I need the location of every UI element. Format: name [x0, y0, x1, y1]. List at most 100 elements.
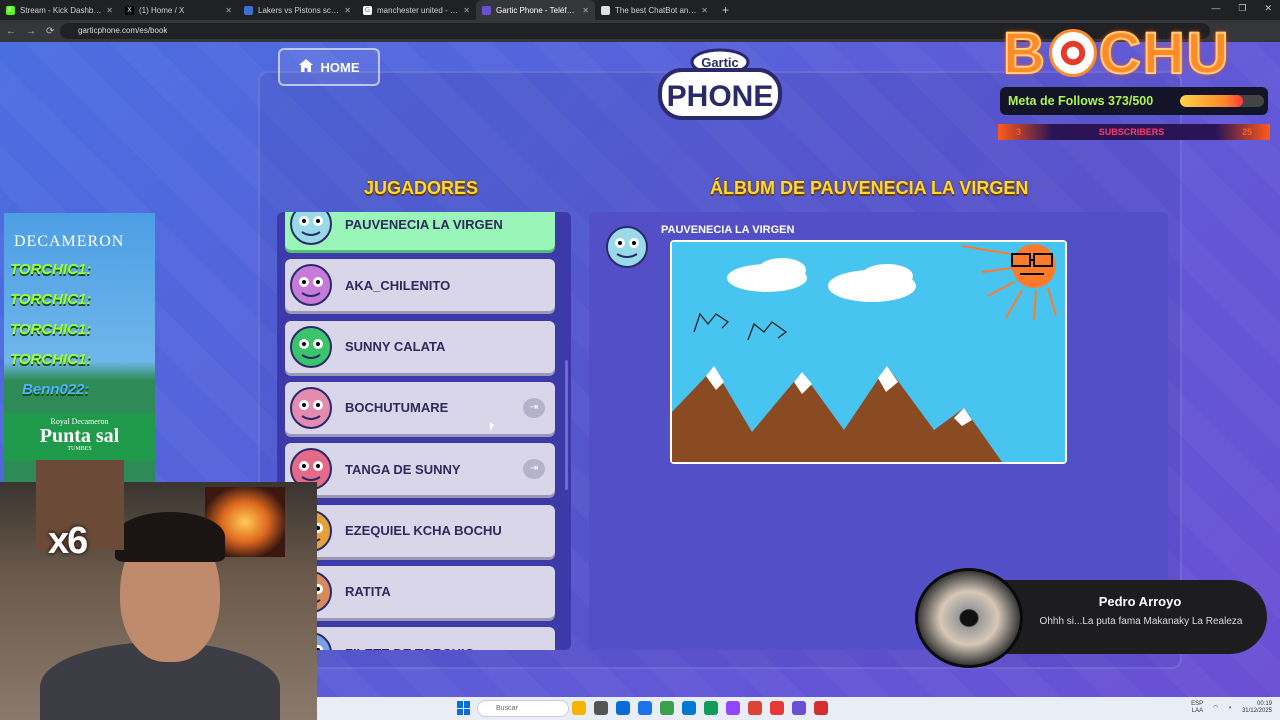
taskbar-app-icon[interactable]: [748, 701, 762, 715]
search-placeholder: Buscar: [496, 705, 518, 712]
ad-region: TUMBES: [67, 446, 92, 452]
back-icon[interactable]: ←: [6, 26, 16, 37]
player-row[interactable]: PAUVENECIA LA VIRGEN: [285, 212, 555, 250]
house-icon: [298, 59, 313, 75]
windows-taskbar: Buscar ESP LAA ◠ ◗ 00:19 31/12/2025: [317, 697, 1280, 720]
taskbar-app-icon[interactable]: [660, 701, 674, 715]
taskbar-app-icon[interactable]: [638, 701, 652, 715]
close-tab-icon[interactable]: ✕: [225, 6, 232, 15]
taskbar-app-icon[interactable]: [792, 701, 806, 715]
taskbar-app-icon[interactable]: [616, 701, 630, 715]
minimize-icon[interactable]: —: [1211, 3, 1220, 14]
browser-tab[interactable]: Lakers vs Pistons scores & pred ✕: [238, 0, 357, 20]
taskbar-app-icon[interactable]: [726, 701, 740, 715]
kick-player-icon[interactable]: ⇥: [523, 459, 545, 480]
tab-label: Stream - Kick Dashboard: [20, 5, 103, 15]
gartic-icon: [482, 5, 491, 15]
subscribers-bar: 3 SUBSCRIBERS 25: [998, 124, 1270, 140]
taskbar-app-icon[interactable]: [594, 701, 608, 715]
player-row[interactable]: SUNNY CALATA: [285, 320, 555, 373]
x-icon: X: [125, 5, 134, 15]
close-tab-icon[interactable]: ✕: [463, 6, 470, 15]
tab-label: Gartic Phone - Teléfono De: [496, 5, 579, 15]
close-tab-icon[interactable]: ✕: [106, 6, 113, 15]
close-tab-icon[interactable]: ✕: [582, 6, 589, 15]
follows-label: Meta de Follows 373/500: [1008, 94, 1154, 108]
browser-tab[interactable]: The best ChatBot and Widg ✕: [595, 0, 714, 20]
taskbar-app-icon[interactable]: [682, 701, 696, 715]
taskbar-app-icon[interactable]: [814, 701, 828, 715]
player-name: TANGA DE SUNNY: [345, 461, 461, 477]
player-name: EZEQUIEL KCHA BOCHU: [345, 523, 502, 538]
start-icon[interactable]: [457, 701, 471, 715]
ad-title: DECAMERON: [14, 233, 125, 250]
browser-tabbar: K Stream - Kick Dashboard ✕ X (1) Home / X ✕ L…: [0, 0, 1280, 20]
player-name: PAUVENECIA LA VIRGEN: [345, 216, 503, 232]
sports-icon: [244, 5, 253, 15]
player-row[interactable]: BOCHUTUMARE ⇥: [285, 381, 555, 434]
taskbar-app-icon[interactable]: [704, 701, 718, 715]
browser-tab[interactable]: X (1) Home / X ✕: [119, 0, 238, 20]
stream-chat-line: TORCHIC1:: [10, 291, 92, 308]
stream-chat-line: Benn022:: [22, 381, 90, 398]
close-tab-icon[interactable]: ✕: [701, 6, 708, 15]
follows-progress-fill: [1180, 95, 1243, 107]
streamer-hair: [115, 512, 225, 562]
chat-popup: Pedro Arroyo Ohhh si...La puta fama Maka…: [915, 568, 1267, 668]
home-label: HOME: [320, 59, 360, 75]
player-row[interactable]: EZEQUIEL KCHA BOCHU: [285, 504, 555, 557]
players-list[interactable]: PAUVENECIA LA VIRGEN AKA_CHILENITO SUNNY C…: [277, 212, 571, 650]
decameron-ad: DECAMERON TORCHIC1: TORCHIC1: TORCHIC1: TOR…: [4, 213, 155, 483]
reload-icon[interactable]: ⟳: [46, 26, 54, 37]
chat-popup-avatar: [915, 568, 1023, 668]
stream-chat-line: TORCHIC1:: [10, 321, 92, 338]
kick-player-icon[interactable]: ⇥: [523, 397, 545, 418]
player-row[interactable]: FILETE DE TORCHIC: [285, 627, 555, 650]
home-button[interactable]: HOME: [278, 48, 380, 86]
players-title: JUGADORES: [364, 178, 479, 198]
soccer-ball-icon: [1048, 29, 1097, 77]
player-row[interactable]: AKA_CHILENITO: [285, 259, 555, 312]
stream-chat-line: TORCHIC1:: [10, 261, 92, 278]
album-title: ÁLBUM DE PAUVENECIA LA VIRGEN: [710, 178, 1029, 198]
album-author-name: PAUVENECIA LA VIRGEN: [661, 224, 795, 236]
maximize-icon[interactable]: ❐: [1238, 3, 1246, 14]
subs-count-right: 25: [1241, 127, 1252, 137]
taskbar-app-icon[interactable]: [572, 701, 586, 715]
browser-tab[interactable]: K Stream - Kick Dashboard ✕: [0, 0, 119, 20]
gartic-phone-logo: Gartic PHONE: [655, 48, 785, 126]
player-avatar: [289, 386, 333, 430]
forward-icon[interactable]: →: [26, 26, 36, 37]
google-icon: G: [363, 5, 372, 15]
tab-label: manchester united - Buscar co: [377, 5, 460, 15]
volume-icon[interactable]: ◗: [1228, 705, 1232, 712]
logo-big-text: PHONE: [667, 80, 774, 113]
lang-line1: ESP: [1191, 701, 1204, 707]
close-tab-icon[interactable]: ✕: [344, 6, 351, 15]
brand-text-rest: CHU: [1098, 20, 1231, 87]
browser-tab[interactable]: Gmanchester united - Buscar co✕: [357, 0, 476, 20]
brand-text: B: [1002, 20, 1047, 87]
browser-tab[interactable]: Gartic Phone - Teléfono De✕: [476, 0, 595, 20]
player-avatar: [289, 212, 333, 246]
mouse-cursor: [490, 422, 494, 431]
taskbar-app-icon[interactable]: [770, 701, 784, 715]
tab-label: The best ChatBot and Widg: [615, 5, 697, 15]
new-tab-icon[interactable]: +: [722, 3, 729, 17]
close-window-icon[interactable]: ✕: [1264, 3, 1272, 14]
player-row[interactable]: TANGA DE SUNNY ⇥: [285, 443, 555, 496]
players-scrollbar[interactable]: [565, 360, 568, 490]
ad-banner: Royal Decameron Punta sal TUMBES: [4, 413, 155, 461]
logo-small-text: Gartic: [701, 55, 739, 70]
player-name: SUNNY CALATA: [345, 339, 446, 355]
player-row[interactable]: RATITA: [285, 565, 555, 618]
lang-line2: LAA: [1191, 708, 1204, 714]
follows-progress-bar: [1180, 95, 1264, 107]
chat-popup-message: Ohhh si...La puta fama Makanaky La Reale…: [1039, 616, 1243, 627]
clock-time: 00:19: [1256, 701, 1272, 707]
taskbar-search[interactable]: Buscar: [477, 700, 569, 717]
chat-popup-name: Pedro Arroyo: [1098, 594, 1182, 609]
clock-date: 31/12/2025: [1241, 708, 1272, 714]
wifi-icon[interactable]: ◠: [1213, 705, 1218, 712]
player-name: RATITA: [345, 584, 391, 600]
